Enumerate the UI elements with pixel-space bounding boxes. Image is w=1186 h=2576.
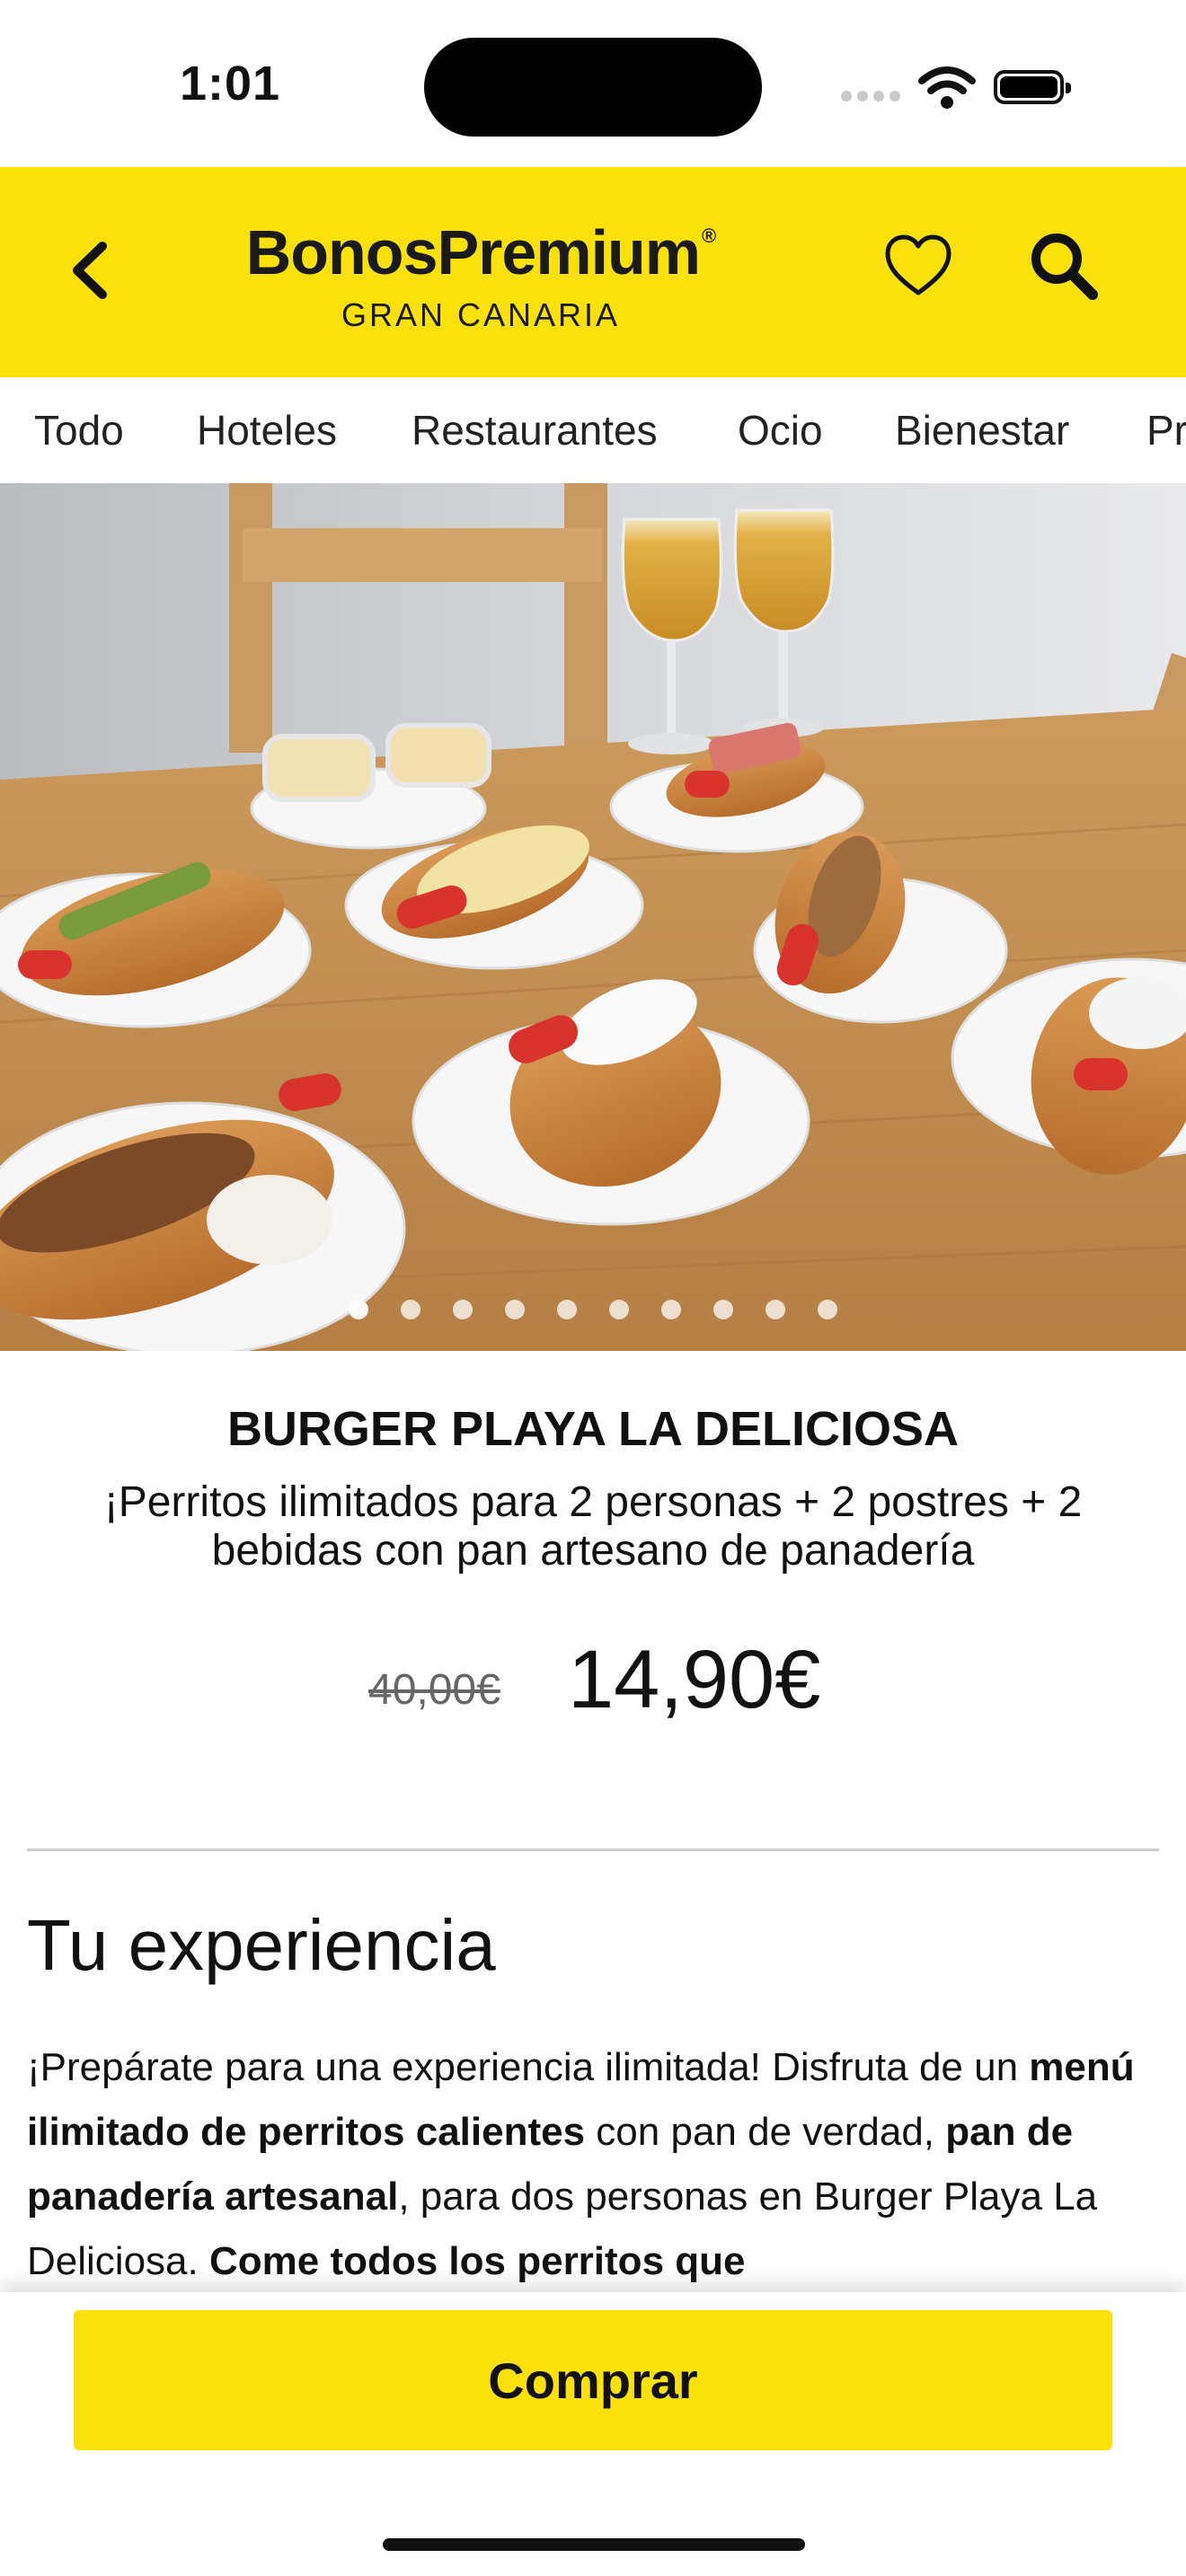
chevron-left-icon[interactable] [56, 230, 128, 311]
tab-bienestar[interactable]: Bienestar [895, 406, 1069, 454]
carousel-dot[interactable] [453, 1300, 473, 1319]
wifi-icon [918, 66, 976, 109]
original-price: 40,00€ [368, 1666, 500, 1714]
carousel-dot[interactable] [713, 1300, 733, 1319]
brand-logo[interactable]: BonosPremium® GRAN CANARIA [198, 221, 764, 334]
status-bar: 1:01 [0, 0, 1186, 167]
app-header: BonosPremium® GRAN CANARIA [0, 167, 1186, 377]
category-tabs: Todo Hoteles Restaurantes Ocio Bienestar… [0, 377, 1186, 485]
bottom-action-bar: Comprar [0, 2292, 1186, 2576]
logo-subtitle: GRAN CANARIA [341, 296, 621, 333]
battery-icon [994, 70, 1071, 104]
product-photo [0, 483, 1186, 1351]
product-title: BURGER PLAYA LA DELICIOSA [226, 1402, 960, 1456]
product-image-carousel[interactable] [0, 483, 1186, 1351]
dynamic-island [424, 38, 762, 137]
buy-button[interactable]: Comprar [74, 2310, 1112, 2450]
carousel-dot[interactable] [401, 1300, 420, 1319]
carousel-dot[interactable] [661, 1300, 681, 1319]
heart-icon[interactable] [881, 228, 956, 304]
tab-partial[interactable]: Pr [1146, 406, 1186, 454]
carousel-dot[interactable] [505, 1300, 525, 1319]
home-indicator[interactable] [383, 2538, 805, 2551]
logo-main-text: BonosPremium [245, 217, 701, 287]
registered-mark: ® [702, 225, 716, 247]
tab-hoteles[interactable]: Hoteles [197, 406, 337, 454]
product-subtitle: ¡Perritos ilimitados para 2 personas + 2… [103, 1478, 1083, 1575]
carousel-dot[interactable] [818, 1300, 837, 1319]
experience-heading: Tu experiencia [27, 1905, 496, 1985]
divider [27, 1848, 1159, 1851]
search-icon[interactable] [1024, 226, 1103, 305]
carousel-dot[interactable] [557, 1300, 577, 1319]
carousel-dot[interactable] [609, 1300, 629, 1319]
sale-price: 14,90€ [568, 1634, 821, 1725]
signal-icon [841, 90, 906, 106]
carousel-dot[interactable] [349, 1300, 368, 1319]
tab-restaurantes[interactable]: Restaurantes [412, 406, 658, 454]
carousel-dot[interactable] [766, 1300, 785, 1319]
experience-description: ¡Prepárate para una experiencia ilimitad… [27, 2045, 1135, 2283]
tab-ocio[interactable]: Ocio [738, 406, 823, 454]
carousel-dots [0, 1300, 1186, 1324]
tab-todo[interactable]: Todo [34, 406, 124, 454]
status-time: 1:01 [180, 57, 281, 110]
